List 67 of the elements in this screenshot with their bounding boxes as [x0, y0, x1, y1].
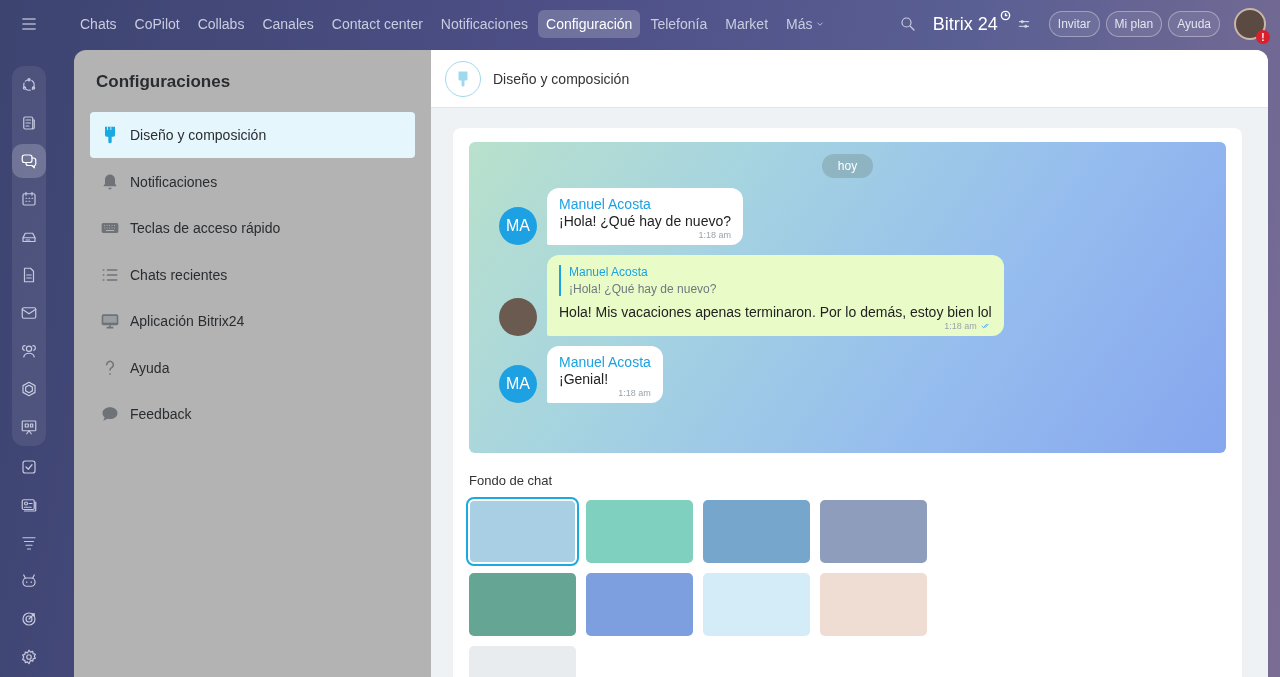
alert-badge: ! — [1256, 30, 1270, 44]
settings-menu-item[interactable]: Teclas de acceso rápido — [90, 205, 415, 251]
chat-bubbles-icon — [20, 152, 38, 170]
header-button[interactable]: Ayuda — [1168, 11, 1220, 37]
calendar-icon — [20, 190, 38, 208]
background-swatch[interactable] — [586, 500, 693, 563]
envelope-icon — [20, 304, 38, 322]
settings-menu-item[interactable]: Ayuda — [90, 344, 415, 391]
message-time: 1:18 am — [618, 388, 651, 398]
search-icon[interactable] — [898, 15, 917, 33]
settings-icon — [20, 648, 38, 666]
nav-tab[interactable]: Collabs — [189, 10, 253, 38]
contact-card-icon — [20, 496, 38, 514]
background-swatch[interactable] — [703, 573, 810, 636]
presentation-board-icon — [20, 418, 38, 436]
message-time: 1:18 am — [698, 230, 731, 240]
sliders-icon[interactable] — [1016, 17, 1031, 31]
background-swatch[interactable] — [703, 500, 810, 563]
robot-icon — [20, 572, 38, 590]
people-icon — [20, 342, 38, 360]
nav-tab[interactable]: Contact center — [323, 10, 431, 38]
author-name: Manuel Acosta — [559, 196, 652, 212]
author-name: Manuel Acosta — [559, 354, 651, 370]
background-swatch[interactable] — [820, 573, 927, 636]
rail-item[interactable] — [12, 144, 46, 178]
funnel-icon — [20, 534, 38, 552]
nav-tab[interactable]: Configuración — [538, 10, 641, 38]
message-text: ¡Genial! — [559, 371, 610, 387]
target-icon — [20, 610, 38, 628]
hexagon-icon — [20, 380, 38, 398]
checkbox-icon — [20, 458, 38, 476]
nav-tab[interactable]: CoPilot — [126, 10, 188, 38]
settings-menu-item[interactable]: Chats recientes — [90, 251, 415, 298]
clock-icon — [999, 10, 1011, 21]
sparkle-circle-icon — [20, 76, 38, 94]
speech-bubble-icon — [100, 404, 120, 424]
nav-tab[interactable]: Telefonía — [642, 10, 716, 38]
message-text: ¡Hola! ¿Qué hay de nuevo? — [559, 213, 731, 229]
nav-tab[interactable]: Chats — [72, 10, 125, 38]
nav-tab[interactable]: Market — [717, 10, 777, 38]
nav-tab[interactable]: Más — [778, 10, 834, 38]
message-time: 1:18 am — [944, 321, 977, 331]
monitor-icon — [100, 311, 120, 331]
settings-menu-item[interactable]: Notificaciones — [90, 158, 415, 205]
settings-menu-item[interactable]: Aplicación Bitrix24 — [90, 298, 415, 344]
panel-title: Diseño y composición — [493, 70, 630, 87]
quote-text: ¡Hola! ¿Qué hay de nuevo? — [569, 282, 718, 296]
sidebar-title: Configuraciones — [96, 72, 232, 92]
user-avatar: MA — [499, 207, 537, 245]
message-text: Hola! Mis vacaciones apenas terminaron. Por lo demás, estoy bien lol — [559, 304, 992, 320]
background-swatch[interactable] — [469, 500, 576, 563]
settings-menu-item[interactable]: Diseño y composición — [90, 112, 415, 158]
background-swatch[interactable] — [820, 500, 927, 563]
header-button[interactable]: Invitar — [1048, 11, 1100, 37]
brand-logo[interactable]: Bitrix 24 — [932, 13, 998, 35]
user-avatar: MA — [499, 365, 537, 403]
nav-tab[interactable]: Canales — [254, 10, 322, 38]
settings-menu-item[interactable]: Feedback — [90, 391, 415, 437]
nav-tab[interactable]: Notificaciones — [432, 10, 536, 38]
header-button[interactable]: Mi plan — [1105, 11, 1163, 37]
newspaper-icon — [20, 114, 38, 132]
date-label: hoy — [821, 154, 874, 178]
photo-placeholder — [499, 298, 537, 336]
background-swatch[interactable] — [586, 573, 693, 636]
background-swatch[interactable] — [469, 573, 576, 636]
quote-author: Manuel Acosta — [569, 265, 649, 279]
section-label: Fondo de chat — [469, 473, 554, 488]
